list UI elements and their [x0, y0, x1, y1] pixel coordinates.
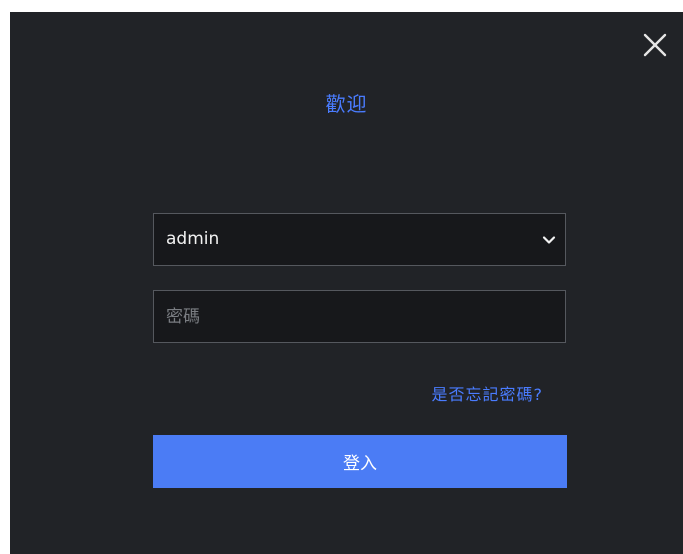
- password-field[interactable]: [153, 290, 566, 343]
- close-icon: [643, 33, 667, 57]
- login-button[interactable]: 登入: [153, 435, 567, 488]
- welcome-title: 歡迎: [325, 92, 368, 116]
- login-dialog: 歡迎 admin 是否忘記密碼? 登入: [10, 12, 683, 554]
- chevron-down-icon: [542, 236, 556, 244]
- username-select[interactable]: admin: [153, 213, 566, 266]
- close-button[interactable]: [643, 33, 667, 57]
- username-value: admin: [166, 229, 220, 249]
- forgot-password-link[interactable]: 是否忘記密碼?: [432, 381, 544, 405]
